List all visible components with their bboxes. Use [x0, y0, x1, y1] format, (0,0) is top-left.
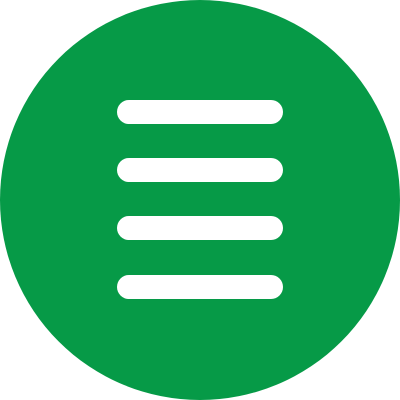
menu-line — [117, 100, 283, 124]
menu-line — [117, 275, 283, 299]
menu-line — [117, 216, 283, 240]
menu-button[interactable] — [0, 0, 400, 400]
hamburger-menu-icon — [0, 0, 400, 400]
menu-line — [117, 158, 283, 182]
app-icon-canvas — [0, 0, 400, 400]
